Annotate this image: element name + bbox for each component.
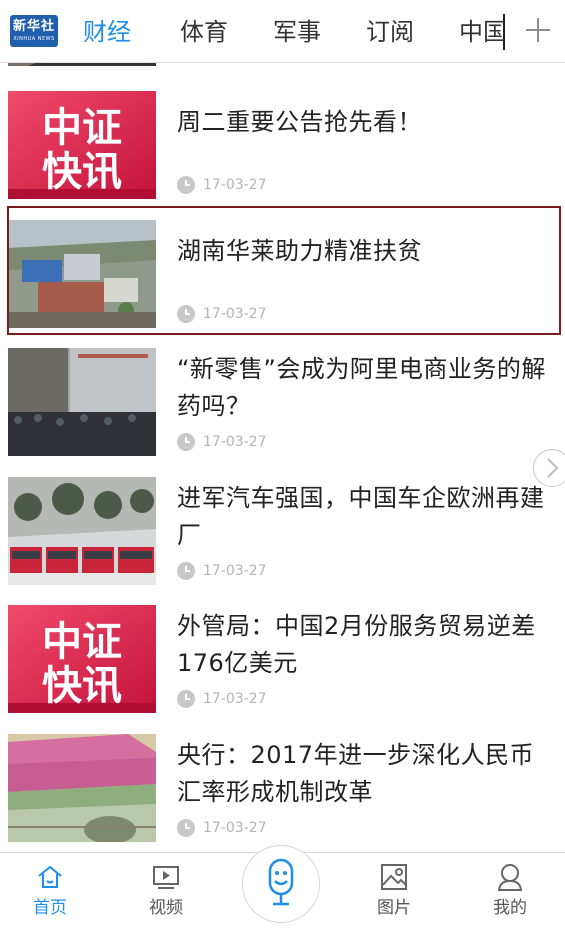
tab-caijing[interactable]: 财经 bbox=[83, 14, 131, 50]
news-date: 17-03-27 bbox=[203, 563, 267, 579]
news-title: 进军汽车强国，中国车企欧洲再建厂 bbox=[177, 484, 545, 549]
news-thumbnail bbox=[8, 477, 156, 585]
news-title: 外管局：中国2月份服务贸易逆差176亿美元 bbox=[177, 612, 536, 677]
tab-junshi[interactable]: 军事 bbox=[273, 14, 321, 50]
clock-icon bbox=[177, 433, 195, 451]
nav-pictures-label: 图片 bbox=[377, 898, 411, 918]
clock-icon bbox=[177, 176, 195, 194]
nav-pictures[interactable]: 图片 bbox=[349, 853, 439, 929]
news-date: 17-03-27 bbox=[203, 691, 267, 707]
channel-tabs: 财经 体育 军事 订阅 中国 bbox=[0, 0, 507, 62]
news-title: 央行：2017年进一步深化人民币汇率形成机制改革 bbox=[177, 741, 535, 806]
clock-icon bbox=[177, 562, 195, 580]
nav-home[interactable]: 首页 bbox=[5, 853, 95, 929]
news-item[interactable]: 央行：2017年进一步深化人民币汇率形成机制改革 17-03-27 bbox=[0, 723, 565, 851]
add-channel-icon[interactable] bbox=[520, 12, 556, 48]
clock-icon bbox=[177, 305, 195, 323]
news-title: “新零售”会成为阿里电商业务的解药吗？ bbox=[177, 355, 546, 420]
tab-dingyue[interactable]: 订阅 bbox=[366, 14, 414, 50]
voice-button[interactable] bbox=[242, 845, 320, 923]
nav-profile[interactable]: 我的 bbox=[465, 853, 555, 929]
bottom-nav: 首页 视频 图片 我的 bbox=[0, 845, 565, 929]
news-thumbnail bbox=[8, 734, 156, 842]
scroll-next-button[interactable] bbox=[533, 449, 565, 487]
user-icon bbox=[497, 864, 523, 891]
news-date: 17-03-27 bbox=[203, 820, 267, 836]
news-title: 周二重要公告抢先看！ bbox=[177, 108, 422, 136]
thumb-text-kuaixun: 快讯 bbox=[42, 663, 122, 709]
tabs-scroll-indicator bbox=[503, 14, 505, 50]
news-item[interactable]: 中证 快讯 外管局：中国2月份服务贸易逆差176亿美元 17-03-27 bbox=[0, 594, 565, 722]
news-thumbnail bbox=[8, 348, 156, 456]
nav-video[interactable]: 视频 bbox=[121, 853, 211, 929]
news-date: 17-03-27 bbox=[203, 434, 267, 450]
news-date: 17-03-27 bbox=[203, 177, 267, 193]
news-item[interactable]: “新零售”会成为阿里电商业务的解药吗？ 17-03-27 bbox=[0, 337, 565, 465]
nav-profile-label: 我的 bbox=[493, 898, 527, 918]
news-title: 湖南华莱助力精准扶贫 bbox=[177, 237, 422, 265]
clock-icon bbox=[177, 819, 195, 837]
thumb-text-kuaixun: 快讯 bbox=[42, 149, 122, 195]
news-date: 17-03-27 bbox=[203, 306, 267, 322]
home-icon bbox=[38, 865, 62, 888]
nav-video-label: 视频 bbox=[149, 898, 183, 918]
top-bar: 新华社 XINHUA NEWS 财经 体育 军事 订阅 中国 bbox=[0, 0, 565, 63]
news-thumbnail: 中证 快讯 bbox=[8, 91, 156, 199]
thumb-text-zhongzheng: 中证 bbox=[42, 105, 122, 151]
picture-icon bbox=[381, 864, 407, 890]
thumb-text-zhongzheng: 中证 bbox=[42, 619, 122, 665]
news-item-selected[interactable]: 湖南华莱助力精准扶贫 17-03-27 bbox=[0, 209, 565, 337]
chevron-right-icon bbox=[547, 458, 559, 478]
tab-zhongguo[interactable]: 中国 bbox=[459, 14, 507, 50]
news-item[interactable]: 进军汽车强国，中国车企欧洲再建厂 17-03-27 bbox=[0, 466, 565, 594]
video-icon bbox=[153, 866, 179, 889]
news-thumbnail bbox=[8, 220, 156, 328]
news-item[interactable]: 中证 快讯 周二重要公告抢先看！ 17-03-27 bbox=[0, 80, 565, 208]
nav-home-label: 首页 bbox=[33, 898, 67, 918]
microphone-icon bbox=[268, 858, 294, 906]
tab-tiyu[interactable]: 体育 bbox=[180, 14, 228, 50]
news-thumbnail: 中证 快讯 bbox=[8, 605, 156, 713]
clock-icon bbox=[177, 690, 195, 708]
